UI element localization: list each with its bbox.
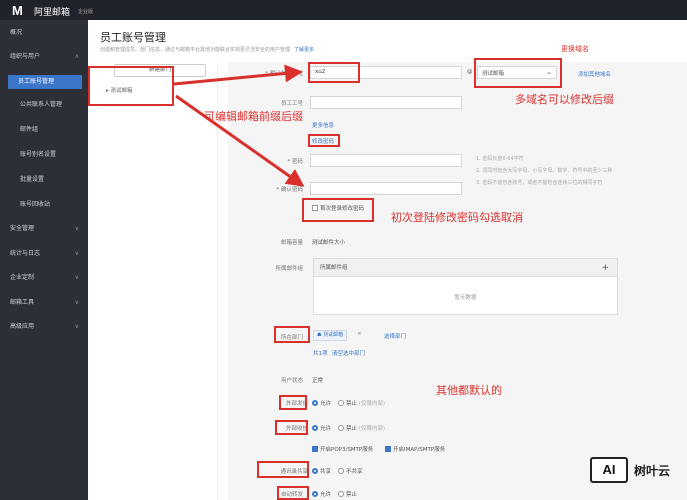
annotation-domain-suffix: 多域名可以修改后缀 [515,93,614,106]
annotation-defaults: 其他都默认的 [436,384,502,397]
annotation-change-domain: 更换域名 [561,45,589,53]
annotation-prefix: 可编辑邮箱前缀后缀 [204,110,303,123]
watermark: AI 树叶云 [590,457,680,483]
watermark-text: 树叶云 [634,464,671,478]
annotation-arrows [173,64,305,187]
watermark-ai-logo: AI [590,457,628,483]
annotation-first-login: 初次登陆修改密码勾选取消 [391,211,523,224]
arrow-to-prefix [173,64,303,86]
